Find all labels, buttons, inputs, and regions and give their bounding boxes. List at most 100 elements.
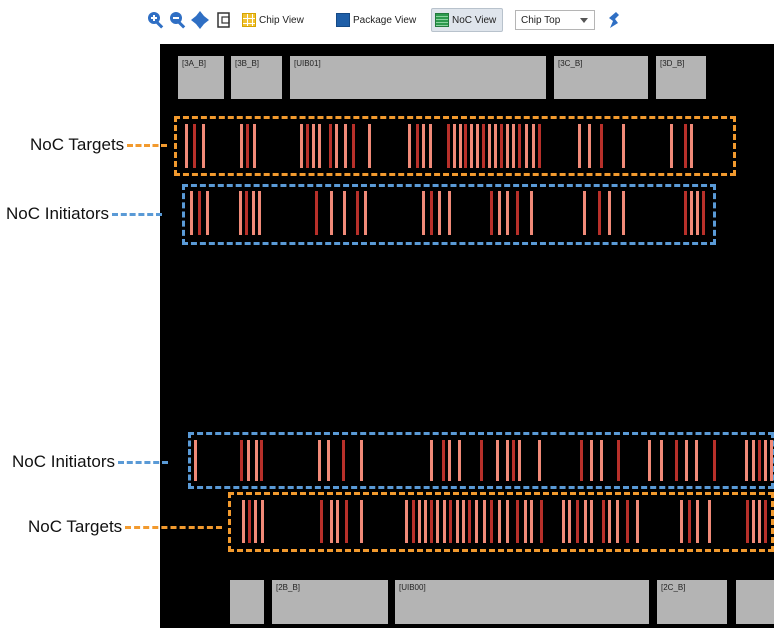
noc-target-bar[interactable] xyxy=(476,124,479,168)
chip-view-button[interactable]: Chip View xyxy=(242,8,304,32)
noc-target-bar[interactable] xyxy=(588,124,591,168)
noc-initiator-bar[interactable] xyxy=(438,191,441,235)
noc-initiator-bar[interactable] xyxy=(512,440,515,481)
noc-initiator-bar[interactable] xyxy=(702,191,705,235)
noc-target-bar[interactable] xyxy=(193,124,196,168)
noc-target-bar[interactable] xyxy=(696,500,699,543)
noc-target-bar[interactable] xyxy=(578,124,581,168)
noc-target-bar[interactable] xyxy=(344,124,347,168)
zoom-in-icon[interactable] xyxy=(146,10,166,30)
bank-2a[interactable] xyxy=(230,580,264,624)
noc-target-bar[interactable] xyxy=(424,500,427,543)
noc-target-bar[interactable] xyxy=(240,124,243,168)
noc-target-bar[interactable] xyxy=(422,124,425,168)
noc-target-bar[interactable] xyxy=(329,124,332,168)
package-view-button[interactable]: Package View xyxy=(336,8,416,32)
noc-initiator-bar[interactable] xyxy=(660,440,663,481)
noc-canvas[interactable]: [3A_B] [3B_B] [UIB01] [3C_B] [3D_B] [2B_… xyxy=(160,44,774,628)
view-scope-select[interactable]: Chip Top xyxy=(515,10,595,30)
noc-initiator-bar[interactable] xyxy=(745,440,748,481)
noc-initiator-bar[interactable] xyxy=(247,440,250,481)
noc-target-bar[interactable] xyxy=(616,500,619,543)
noc-target-bar[interactable] xyxy=(443,500,446,543)
noc-target-bar[interactable] xyxy=(345,500,348,543)
noc-target-bar[interactable] xyxy=(330,500,333,543)
noc-target-bar[interactable] xyxy=(584,500,587,543)
noc-initiator-bar[interactable] xyxy=(245,191,248,235)
noc-target-bar[interactable] xyxy=(752,500,755,543)
noc-initiator-bar[interactable] xyxy=(430,440,433,481)
noc-initiator-bar[interactable] xyxy=(364,191,367,235)
noc-target-bar[interactable] xyxy=(306,124,309,168)
noc-initiator-bar[interactable] xyxy=(318,440,321,481)
noc-target-bar[interactable] xyxy=(518,124,521,168)
zoom-out-icon[interactable] xyxy=(168,10,188,30)
pan-icon[interactable] xyxy=(190,10,210,30)
noc-initiator-bar[interactable] xyxy=(496,440,499,481)
noc-initiator-bar[interactable] xyxy=(713,440,716,481)
noc-target-bar[interactable] xyxy=(500,124,503,168)
noc-target-bar[interactable] xyxy=(320,500,323,543)
noc-initiator-bar[interactable] xyxy=(580,440,583,481)
noc-target-bar[interactable] xyxy=(470,124,473,168)
noc-target-bar[interactable] xyxy=(408,124,411,168)
noc-target-bar[interactable] xyxy=(429,124,432,168)
noc-initiator-bar[interactable] xyxy=(240,440,243,481)
noc-initiator-bar[interactable] xyxy=(506,440,509,481)
bank-3c[interactable]: [3C_B] xyxy=(554,56,648,99)
noc-initiator-bar[interactable] xyxy=(194,440,197,481)
noc-initiator-bar[interactable] xyxy=(260,440,263,481)
noc-target-bar[interactable] xyxy=(490,500,493,543)
bank-3d[interactable]: [3D_B] xyxy=(656,56,706,99)
noc-target-bar[interactable] xyxy=(483,500,486,543)
noc-initiator-bar[interactable] xyxy=(315,191,318,235)
noc-target-bar[interactable] xyxy=(360,500,363,543)
noc-target-bar[interactable] xyxy=(482,124,485,168)
noc-target-bar[interactable] xyxy=(449,500,452,543)
noc-initiator-bar[interactable] xyxy=(360,440,363,481)
noc-initiator-bar[interactable] xyxy=(538,440,541,481)
noc-initiator-bar[interactable] xyxy=(442,440,445,481)
bank-3b[interactable]: [3B_B] xyxy=(231,56,282,99)
noc-target-bar[interactable] xyxy=(488,124,491,168)
noc-initiator-bar[interactable] xyxy=(458,440,461,481)
noc-target-bar[interactable] xyxy=(538,124,541,168)
noc-initiator-bar[interactable] xyxy=(600,440,603,481)
noc-initiator-bar[interactable] xyxy=(764,440,767,481)
noc-target-bar[interactable] xyxy=(248,500,251,543)
noc-target-bar[interactable] xyxy=(336,500,339,543)
noc-target-bar[interactable] xyxy=(516,500,519,543)
noc-target-bar[interactable] xyxy=(368,124,371,168)
noc-target-bar[interactable] xyxy=(464,124,467,168)
noc-target-bar[interactable] xyxy=(670,124,673,168)
noc-initiator-bar[interactable] xyxy=(252,191,255,235)
noc-target-bar[interactable] xyxy=(608,500,611,543)
noc-target-bar[interactable] xyxy=(462,500,465,543)
noc-target-bar[interactable] xyxy=(352,124,355,168)
noc-target-bar[interactable] xyxy=(412,500,415,543)
noc-target-bar[interactable] xyxy=(688,500,691,543)
noc-target-bar[interactable] xyxy=(708,500,711,543)
bank-2d[interactable] xyxy=(736,580,774,624)
noc-target-bar[interactable] xyxy=(300,124,303,168)
noc-target-bar[interactable] xyxy=(418,500,421,543)
noc-target-bar[interactable] xyxy=(456,500,459,543)
noc-target-bar[interactable] xyxy=(530,500,533,543)
noc-target-bar[interactable] xyxy=(680,500,683,543)
bank-3a[interactable]: [3A_B] xyxy=(178,56,224,99)
bank-uib00[interactable]: [UIB00] xyxy=(395,580,649,624)
noc-initiator-bar[interactable] xyxy=(258,191,261,235)
noc-target-bar[interactable] xyxy=(430,500,433,543)
noc-initiator-bar[interactable] xyxy=(696,191,699,235)
noc-target-bar[interactable] xyxy=(690,124,693,168)
noc-target-bar[interactable] xyxy=(758,500,761,543)
noc-initiator-bar[interactable] xyxy=(239,191,242,235)
noc-initiator-bar[interactable] xyxy=(583,191,586,235)
noc-initiator-bar[interactable] xyxy=(690,191,693,235)
noc-target-bar[interactable] xyxy=(562,500,565,543)
noc-initiator-bar[interactable] xyxy=(695,440,698,481)
noc-target-bar[interactable] xyxy=(622,124,625,168)
pin-icon[interactable] xyxy=(604,10,624,30)
noc-initiator-bar[interactable] xyxy=(516,191,519,235)
noc-initiator-bar[interactable] xyxy=(448,440,451,481)
